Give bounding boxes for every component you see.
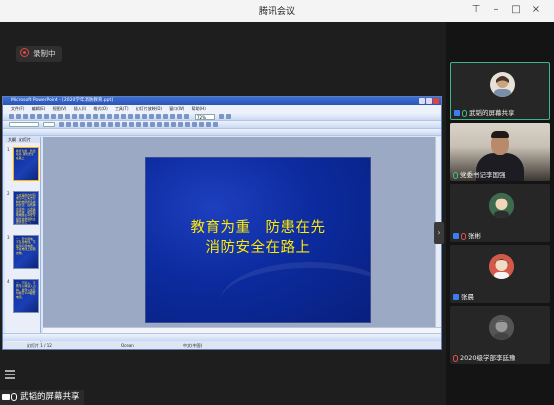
menu-item[interactable]: 工具(T) — [115, 106, 129, 111]
participant-tile[interactable]: 张彬 — [450, 184, 550, 242]
slides-pane: 大纲 幻灯片 1 教育为重 防患在先 消防安全在路上 2 火灾是指在时间或空间上失… — [5, 137, 41, 345]
menu-item[interactable]: 插入(I) — [74, 106, 86, 111]
mic-icon — [11, 392, 17, 401]
close-icon[interactable]: × — [530, 4, 542, 16]
collapse-panel-button[interactable]: › — [434, 222, 444, 244]
thumb-text: 火灾是指在时间或空间上失去控制的燃烧所造成的灾害。在各种灾害中，火灾是最经常、最… — [16, 193, 36, 225]
participant-name: 党委书记李国强 — [460, 171, 506, 179]
ppt-title-text: Microsoft PowerPoint - [2020学年消防教育.ppt] — [11, 98, 114, 103]
mic-on-icon — [453, 171, 458, 179]
current-slide[interactable]: 教育为重 防患在先 消防安全在路上 — [145, 157, 371, 323]
participant-tile[interactable]: 2020级学部李廷豫 — [450, 306, 550, 364]
mic-muted-icon — [453, 354, 458, 362]
slide-title-line1: 教育为重 防患在先 — [190, 220, 326, 236]
outline-tabs: 大纲 幻灯片 — [5, 137, 40, 143]
thumb-number: 3 — [7, 235, 10, 240]
participant-name: 张彬 — [468, 232, 481, 240]
ppt-task-toolbar[interactable] — [3, 129, 441, 136]
mic-muted-icon — [461, 232, 466, 240]
recording-indicator[interactable]: 录制中 — [16, 46, 62, 62]
participant-label: 张彬 — [453, 230, 481, 240]
participant-name: 武韬的屏幕共享 — [469, 109, 515, 117]
slide-canvas: 教育为重 防患在先 消防安全在路上 — [43, 137, 435, 327]
record-icon — [20, 48, 29, 57]
maximize-icon[interactable]: □ — [510, 4, 522, 16]
menu-item[interactable]: 窗口(W) — [169, 106, 184, 111]
participants-panel: 武韬的屏幕共享 党委书记李国强 张彬 张晨 2020级学部李廷豫 — [446, 22, 554, 405]
user-icon — [453, 233, 459, 239]
zoom-select[interactable]: 72% — [195, 114, 215, 120]
slide-thumbnail[interactable]: 火灾是指在时间或空间上失去控制的燃烧所造成的灾害。在各种灾害中，火灾是最经常、最… — [13, 191, 39, 225]
menu-item[interactable]: 编辑(E) — [32, 106, 46, 111]
avatar — [489, 193, 514, 218]
thumb-number: 4 — [7, 279, 10, 284]
slide-thumbnail[interactable]: 二、不玩火，不携带火种进入山林，发现火灾及时拨打119报警电话。 — [13, 279, 39, 313]
language-indicator: 中文(中国) — [183, 343, 203, 348]
pin-icon[interactable]: ⊤ — [470, 4, 482, 16]
participant-label: 武韬的屏幕共享 — [454, 107, 515, 117]
participant-label: 张晨 — [453, 291, 474, 301]
slide-counter: 幻灯片 1 / 12 — [27, 343, 52, 348]
powerpoint-window: Microsoft PowerPoint - [2020学年消防教育.ppt] … — [2, 96, 442, 350]
participant-tile[interactable]: 党委书记李国强 — [450, 123, 550, 181]
screen-share-icon — [2, 393, 10, 400]
ppt-format-toolbar[interactable] — [3, 121, 441, 129]
thumb-text: 二、不玩火，不携带火种进入山林，发现火灾及时拨打119报警电话。 — [16, 281, 36, 299]
menu-item[interactable]: 文件(F) — [11, 106, 24, 111]
ppt-drawing-toolbar[interactable] — [3, 333, 441, 341]
slide-thumbnail[interactable]: 一、安全用电，不乱拉电线，不使用劣质电器，不在电线上晾晒衣物。 — [13, 235, 39, 269]
avatar — [490, 72, 515, 97]
mic-on-icon — [462, 109, 467, 117]
ppt-statusbar: 幻灯片 1 / 12 Ocean 中文(中国) — [3, 342, 441, 349]
ppt-menubar: 文件(F) 编辑(E) 视图(V) 插入(I) 格式(O) 工具(T) 幻灯片放… — [3, 105, 441, 113]
shared-screen-area: 录制中 Microsoft PowerPoint - [2020学年消防教育.p… — [0, 22, 446, 405]
ppt-standard-toolbar[interactable]: 72% — [3, 113, 441, 121]
design-name: Ocean — [121, 343, 134, 348]
recording-label: 录制中 — [33, 49, 56, 58]
participant-label: 党委书记李国强 — [453, 169, 506, 179]
menu-item[interactable]: 帮助(H) — [192, 106, 206, 111]
tab-slides[interactable]: 幻灯片 — [19, 137, 31, 142]
avatar — [489, 254, 514, 279]
ppt-window-title: Microsoft PowerPoint - [2020学年消防教育.ppt] — [3, 97, 441, 105]
screen-share-icon — [454, 110, 460, 116]
avatar — [489, 315, 514, 340]
participant-tile[interactable]: 张晨 — [450, 245, 550, 303]
menu-item[interactable]: 视图(V) — [53, 106, 67, 111]
participant-name: 张晨 — [461, 293, 474, 301]
tab-outline[interactable]: 大纲 — [8, 137, 16, 142]
participant-label: 2020级学部李廷豫 — [453, 352, 516, 362]
minimize-icon[interactable]: – — [490, 4, 502, 16]
screen-share-name: 武韬的屏幕共享 — [20, 392, 80, 402]
menu-icon[interactable] — [5, 370, 15, 380]
thumb-text: 一、安全用电，不乱拉电线，不使用劣质电器，不在电线上晾晒衣物。 — [16, 237, 36, 255]
menu-item[interactable]: 格式(O) — [93, 106, 107, 111]
thumb-text: 教育为重 防患在先 消防安全在路上 — [16, 149, 36, 160]
slide-title-line2: 消防安全在路上 — [205, 240, 311, 256]
participant-tile[interactable]: 武韬的屏幕共享 — [450, 62, 550, 120]
thumb-number: 2 — [7, 191, 10, 196]
screen-share-label: 武韬的屏幕共享 — [0, 390, 84, 405]
slide-thumbnail[interactable]: 教育为重 防患在先 消防安全在路上 — [13, 147, 39, 181]
thumb-number: 1 — [7, 147, 10, 152]
participant-name: 2020级学部李廷豫 — [460, 354, 516, 362]
slide-decoration — [220, 262, 370, 322]
app-titlebar: 腾讯会议 ⊤ – □ × — [0, 0, 554, 22]
user-icon — [453, 294, 459, 300]
menu-item[interactable]: 幻灯片放映(D) — [136, 106, 162, 111]
